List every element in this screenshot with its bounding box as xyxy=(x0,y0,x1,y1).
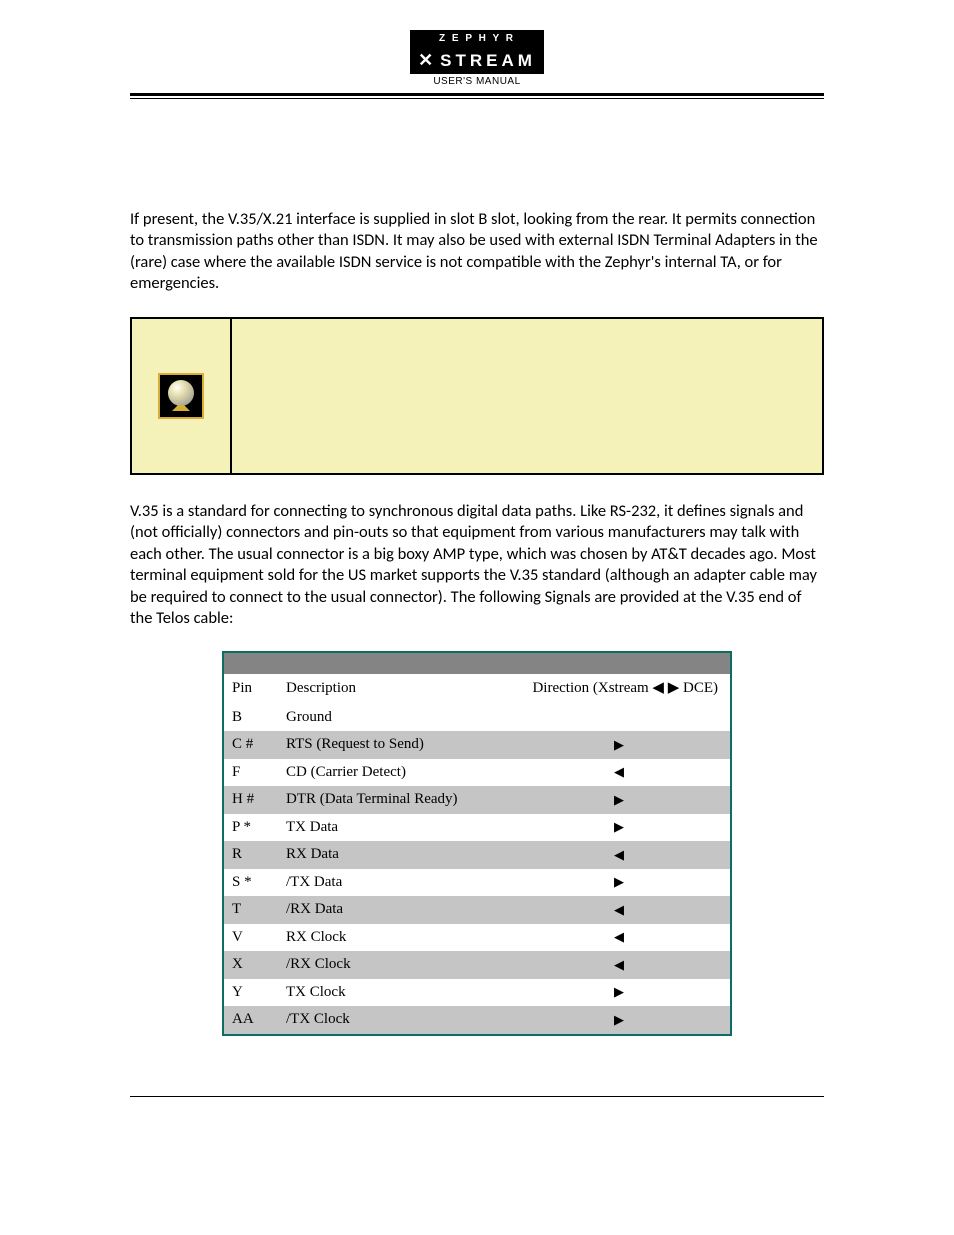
cell-pin: X xyxy=(223,951,278,979)
cell-desc: /TX Clock xyxy=(278,1006,508,1035)
cell-dir: ▶ xyxy=(508,1006,731,1035)
table-row: AA/TX Clock▶ xyxy=(223,1006,731,1035)
cell-dir: ◀ xyxy=(508,951,731,979)
page-header: Z E P H Y R ✕ STREAM USER'S MANUAL xyxy=(0,30,954,93)
note-icon-cell xyxy=(132,319,232,473)
cell-pin: T xyxy=(223,896,278,924)
cell-dir xyxy=(508,704,731,732)
footer-rule xyxy=(130,1096,824,1097)
logo-subtitle: USER'S MANUAL xyxy=(0,76,954,87)
table-row: BGround xyxy=(223,704,731,732)
table-row: FCD (Carrier Detect)◀ xyxy=(223,759,731,787)
cell-pin: V xyxy=(223,924,278,952)
cell-pin: B xyxy=(223,704,278,732)
paragraph-1: If present, the V.35/X.21 interface is s… xyxy=(130,209,824,295)
zephyr-xstream-logo: Z E P H Y R ✕ STREAM xyxy=(410,30,544,74)
table-row: T/RX Data◀ xyxy=(223,896,731,924)
table-row: RRX Data◀ xyxy=(223,841,731,869)
table-header-bar xyxy=(223,652,731,674)
cell-dir: ▶ xyxy=(508,979,731,1007)
table-row: H #DTR (Data Terminal Ready)▶ xyxy=(223,786,731,814)
table-row: YTX Clock▶ xyxy=(223,979,731,1007)
cell-desc: /RX Data xyxy=(278,896,508,924)
table-row: S */TX Data▶ xyxy=(223,869,731,897)
table-column-headers: Pin Description Direction (Xstream ◀ ▶ D… xyxy=(223,674,731,704)
page: Z E P H Y R ✕ STREAM USER'S MANUAL If pr… xyxy=(0,0,954,1235)
cell-dir: ◀ xyxy=(508,759,731,787)
cell-desc: RX Clock xyxy=(278,924,508,952)
page-content: If present, the V.35/X.21 interface is s… xyxy=(0,99,954,1036)
table-row: X/RX Clock◀ xyxy=(223,951,731,979)
table-row: P *TX Data▶ xyxy=(223,814,731,842)
cell-dir: ▶ xyxy=(508,869,731,897)
cell-pin: Y xyxy=(223,979,278,1007)
note-box xyxy=(130,317,824,475)
cell-pin: F xyxy=(223,759,278,787)
cell-dir: ▶ xyxy=(508,786,731,814)
cell-pin: P * xyxy=(223,814,278,842)
cell-desc: Ground xyxy=(278,704,508,732)
paragraph-2: V.35 is a standard for connecting to syn… xyxy=(130,501,824,630)
cell-desc: CD (Carrier Detect) xyxy=(278,759,508,787)
cell-desc: RTS (Request to Send) xyxy=(278,731,508,759)
cell-desc: TX Data xyxy=(278,814,508,842)
cell-dir: ▶ xyxy=(508,731,731,759)
cell-desc: TX Clock xyxy=(278,979,508,1007)
crystal-ball-icon xyxy=(158,373,204,419)
header-rule-thick xyxy=(130,93,824,96)
cell-desc: /TX Data xyxy=(278,869,508,897)
cell-dir: ◀ xyxy=(508,896,731,924)
col-header-desc: Description xyxy=(278,674,508,704)
note-text-cell xyxy=(232,319,822,473)
cell-dir: ◀ xyxy=(508,841,731,869)
col-header-dir: Direction (Xstream ◀ ▶ DCE) xyxy=(508,674,731,704)
cell-desc: DTR (Data Terminal Ready) xyxy=(278,786,508,814)
cell-dir: ▶ xyxy=(508,814,731,842)
logo-top-letters: Z E P H Y R xyxy=(410,30,544,47)
cell-pin: R xyxy=(223,841,278,869)
cell-desc: RX Data xyxy=(278,841,508,869)
logo-stream-text: STREAM xyxy=(440,51,536,71)
cell-pin: S * xyxy=(223,869,278,897)
cell-dir: ◀ xyxy=(508,924,731,952)
x-icon: ✕ xyxy=(418,50,437,71)
cell-pin: H # xyxy=(223,786,278,814)
cell-pin: AA xyxy=(223,1006,278,1035)
col-header-pin: Pin xyxy=(223,674,278,704)
cell-pin: C # xyxy=(223,731,278,759)
table-row: C #RTS (Request to Send)▶ xyxy=(223,731,731,759)
pin-table-wrap: Pin Description Direction (Xstream ◀ ▶ D… xyxy=(130,651,824,1036)
table-row: VRX Clock◀ xyxy=(223,924,731,952)
v35-pin-table: Pin Description Direction (Xstream ◀ ▶ D… xyxy=(222,651,732,1036)
logo-bottom-word: ✕ STREAM xyxy=(410,47,544,74)
cell-desc: /RX Clock xyxy=(278,951,508,979)
